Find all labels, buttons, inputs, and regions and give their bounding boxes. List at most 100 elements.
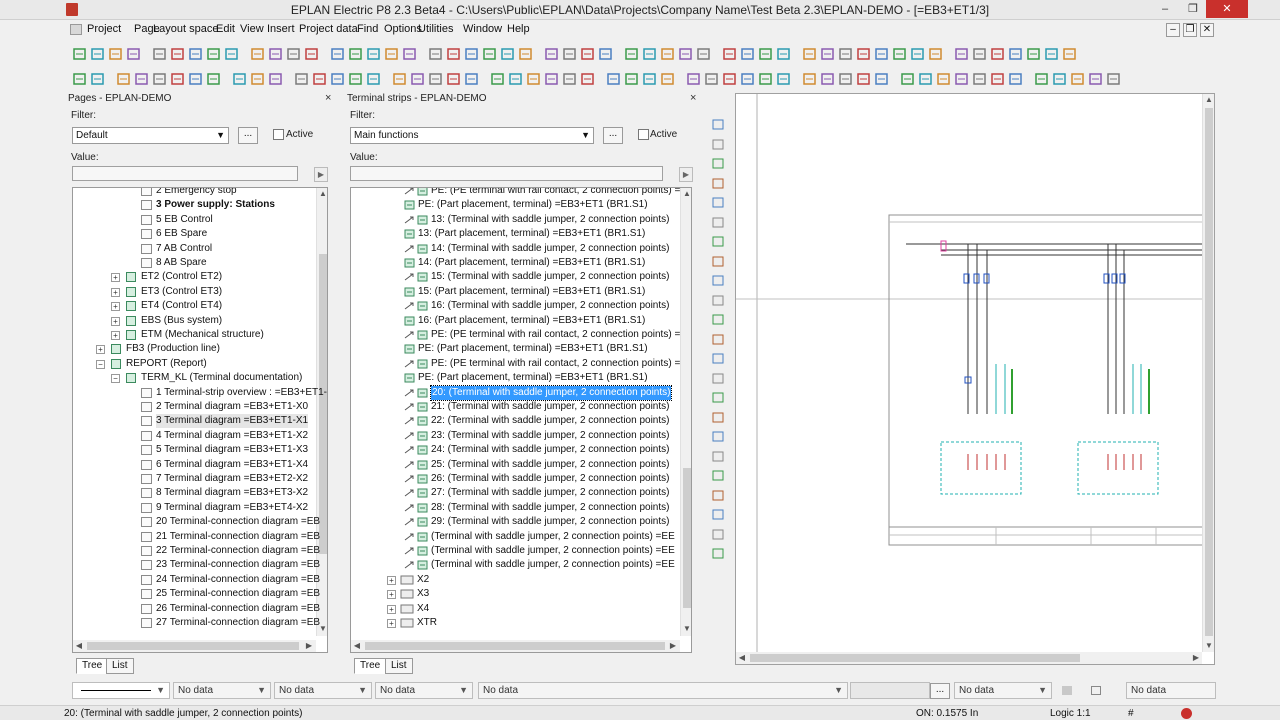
canvas-vscroll-thumb[interactable] [1205,108,1213,636]
tb1-tool-35-icon[interactable] [740,46,756,62]
scroll-up-icon[interactable]: ▲ [317,189,327,198]
vertical-tool-12-icon[interactable] [711,333,726,347]
terminal-strip-item[interactable]: + XTR [351,616,680,630]
restore-button[interactable]: ❐ [1180,0,1206,18]
expand-toggle-icon[interactable]: + [111,287,120,297]
vertical-tool-1-icon[interactable] [711,118,726,132]
tb2-tool-45-icon[interactable] [936,71,952,87]
scroll-left-icon[interactable]: ◀ [736,653,748,662]
pages-tree-item[interactable]: 5 Terminal diagram =EB3+ET1-X3 [73,443,316,457]
tb2-tool-48-icon[interactable] [990,71,1006,87]
terminal-tree-item[interactable]: 28: (Terminal with saddle jumper, 2 conn… [351,501,680,515]
tb1-tool-13-icon[interactable] [304,46,320,62]
tb1-tool-18-icon[interactable] [402,46,418,62]
tb2-tool-17-icon[interactable] [392,71,408,87]
strips-tree-hscrollbar[interactable]: ◀ ▶ [351,640,680,652]
tb2-tool-37-icon[interactable] [776,71,792,87]
tb1-tool-32-icon[interactable] [678,46,694,62]
tb1-tool-48-icon[interactable] [990,46,1006,62]
scroll-right-icon[interactable]: ▶ [1190,653,1202,662]
tb2-tool-4-icon[interactable] [134,71,150,87]
strips-tab-list[interactable]: List [385,658,413,674]
tb2-tool-19-icon[interactable] [428,71,444,87]
terminal-tree-item[interactable]: (Terminal with saddle jumper, 2 connecti… [351,544,680,558]
tb1-tool-45-icon[interactable] [928,46,944,62]
line-style-select[interactable]: ▼ [72,682,170,699]
tb2-tool-52-icon[interactable] [1070,71,1086,87]
pages-tree-item[interactable]: 23 Terminal-connection diagram =EB [73,558,320,572]
scroll-left-icon[interactable]: ◀ [351,641,363,650]
tb2-tool-30-icon[interactable] [642,71,658,87]
tb1-tool-2-icon[interactable] [90,46,106,62]
pages-tree-item[interactable]: 22 Terminal-connection diagram =EB [73,544,320,558]
tb1-tool-28-icon[interactable] [598,46,614,62]
tb2-tool-28-icon[interactable] [606,71,622,87]
strips-filter-select[interactable]: Main functions ▼ [350,127,594,144]
pages-tree-item[interactable]: 8 AB Spare [73,256,316,270]
pages-tree-item[interactable]: + ET4 (Control ET4) [73,299,316,313]
strips-tree[interactable]: ▲ ▼ ◀ ▶ PE: (PE terminal with rail conta… [350,187,692,653]
expand-toggle-icon[interactable]: + [387,619,396,628]
tb1-tool-8-icon[interactable] [206,46,222,62]
scroll-down-icon[interactable]: ▼ [1203,641,1215,650]
pages-tree-item[interactable]: 21 Terminal-connection diagram =EB [73,530,320,544]
pages-tab-tree[interactable]: Tree [76,658,109,674]
menu-layout-space[interactable]: Layout space [153,23,218,35]
terminal-tree-item[interactable]: (Terminal with saddle jumper, 2 connecti… [351,558,680,572]
vertical-tool-21-icon[interactable] [711,508,726,522]
vertical-tool-3-icon[interactable] [711,157,726,171]
vertical-tool-18-icon[interactable] [711,450,726,464]
terminal-tree-item[interactable]: 22: (Terminal with saddle jumper, 2 conn… [351,414,680,428]
pages-tree-item[interactable]: 8 Terminal diagram =EB3+ET3-X2 [73,486,316,500]
terminal-tree-item[interactable]: 25: (Terminal with saddle jumper, 2 conn… [351,458,680,472]
propbar-select-2[interactable]: No data ▼ [274,682,372,699]
strips-active-checkbox[interactable] [638,129,649,140]
menu-options[interactable]: Options [384,23,422,35]
strips-value-apply-arrow-icon[interactable]: ▶ [679,167,693,182]
propbar-select-4[interactable]: No data ▼ [478,682,848,699]
propbar-select-6[interactable]: No data [1126,682,1216,699]
terminal-tree-item[interactable]: PE: (PE terminal with rail contact, 2 co… [351,328,680,342]
terminal-tree-item[interactable]: 16: (Part placement, terminal) =EB3+ET1 … [351,314,680,328]
scroll-right-icon[interactable]: ▶ [303,641,315,650]
scroll-right-icon[interactable]: ▶ [667,641,679,650]
pages-tree-item[interactable]: 3 Terminal diagram =EB3+ET1-X1 [73,414,316,429]
menu-project[interactable]: Project [87,23,121,35]
tb1-tool-43-icon[interactable] [892,46,908,62]
pages-tree-item[interactable]: 9 Terminal diagram =EB3+ET4-X2 [73,501,316,515]
tb2-tool-54-icon[interactable] [1106,71,1122,87]
tb1-tool-4-icon[interactable] [126,46,142,62]
pages-tree-item[interactable]: 6 EB Spare [73,227,316,241]
pages-tree-item[interactable]: 2 Emergency stop [73,188,316,198]
tb1-tool-19-icon[interactable] [428,46,444,62]
vertical-tool-15-icon[interactable] [711,391,726,405]
tb1-tool-38-icon[interactable] [802,46,818,62]
vertical-tool-22-icon[interactable] [711,528,726,542]
expand-toggle-icon[interactable]: + [111,273,120,283]
tb1-tool-22-icon[interactable] [482,46,498,62]
tb2-tool-12-icon[interactable] [294,71,310,87]
pages-value-input[interactable] [72,166,298,181]
tb2-tool-43-icon[interactable] [900,71,916,87]
tb1-tool-51-icon[interactable] [1044,46,1060,62]
pages-tree-item[interactable]: 27 Terminal-connection diagram =EB [73,616,320,630]
tb2-tool-26-icon[interactable] [562,71,578,87]
terminal-strip-item[interactable]: + X2 [351,573,680,587]
tb2-tool-7-icon[interactable] [188,71,204,87]
tb2-tool-9-icon[interactable] [232,71,248,87]
tb1-tool-34-icon[interactable] [722,46,738,62]
tb2-tool-14-icon[interactable] [330,71,346,87]
strips-tree-vscroll-thumb[interactable] [683,468,691,608]
menu-window[interactable]: Window [463,23,502,35]
expand-toggle-icon[interactable]: + [387,604,396,614]
tb1-tool-17-icon[interactable] [384,46,400,62]
expand-toggle-icon[interactable]: + [387,575,396,585]
vertical-tool-23-icon[interactable] [711,547,726,561]
pages-tree-item[interactable]: 20 Terminal-connection diagram =EB [73,515,320,529]
pages-tree-item[interactable]: 3 Power supply: Stations [73,198,316,212]
tb1-tool-29-icon[interactable] [624,46,640,62]
vertical-tool-8-icon[interactable] [711,255,726,269]
pages-tree-vscroll-thumb[interactable] [319,254,327,554]
menu-view[interactable]: View [240,23,264,35]
tb1-tool-30-icon[interactable] [642,46,658,62]
